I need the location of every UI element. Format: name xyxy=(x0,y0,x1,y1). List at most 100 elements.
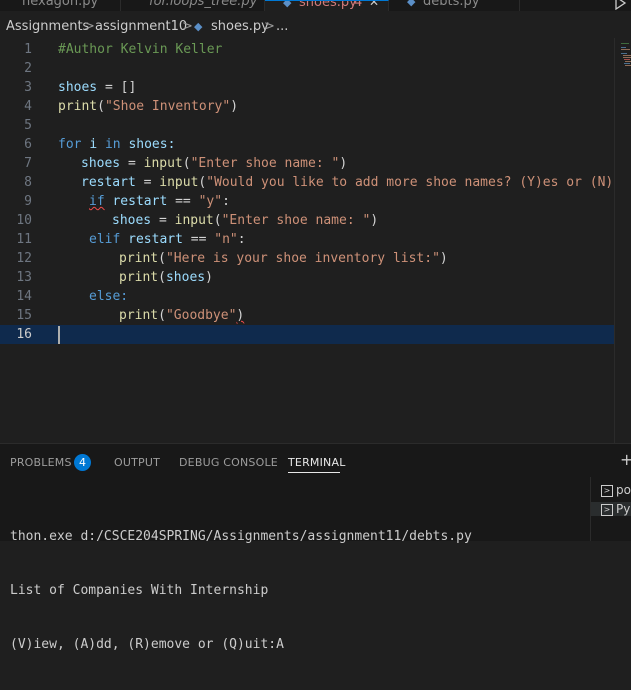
code-line: 10 shoes = input("Enter shoe name: ") xyxy=(0,211,614,230)
code-line: 6 for i in shoes: xyxy=(0,135,614,154)
comment: #Author Kelvin Keller xyxy=(58,42,223,57)
breadcrumb-assignment10[interactable]: assignment10 xyxy=(95,19,187,34)
code-text: shoes = input("Enter shoe name: ") xyxy=(112,211,378,230)
minimap-line xyxy=(623,57,631,58)
active-tab-indicator xyxy=(288,472,340,473)
keyword-token: else: xyxy=(89,289,129,304)
string-token: "Enter shoe name: " xyxy=(190,156,340,171)
line-number: 14 xyxy=(16,289,32,304)
code-text: print("Shoe Inventory") xyxy=(58,97,238,116)
terminal-icon: > xyxy=(601,503,613,516)
tab-problems-badge: 4 xyxy=(354,0,363,10)
tab-label: debts.py xyxy=(423,0,480,9)
run-icon[interactable] xyxy=(613,0,627,10)
code-line: 12 print("Here is your shoe inventory li… xyxy=(0,249,614,268)
python-file-icon: ◆ xyxy=(283,0,292,9)
tab-label: shoes.py xyxy=(299,0,357,10)
minimap[interactable] xyxy=(614,38,631,443)
code-text: shoes = input("Enter shoe name: ") xyxy=(81,154,347,173)
string-token: "Goodbye" xyxy=(165,308,237,323)
code-text: else: xyxy=(89,287,128,306)
terminal-output[interactable]: thon.exe d:/CSCE204SPRING/Assignments/as… xyxy=(10,492,588,690)
python-file-icon: ◆ xyxy=(194,20,203,33)
string-token: "n" xyxy=(214,232,238,247)
line-number: 13 xyxy=(16,270,32,285)
tab-debug-console[interactable]: DEBUG CONSOLE xyxy=(179,456,278,469)
tab-problems[interactable]: PROBLEMS xyxy=(10,456,72,469)
chevron-right-icon: > xyxy=(264,19,275,34)
line-number: 3 xyxy=(24,80,32,95)
chevron-right-icon: > xyxy=(182,19,193,34)
line-number: 10 xyxy=(16,213,32,228)
code-line-current: 16 xyxy=(0,325,614,344)
operator-token: = xyxy=(135,175,160,190)
variable-token: restart xyxy=(81,175,136,190)
code-line: 14 else: xyxy=(0,287,614,306)
terminal-line: thon.exe d:/CSCE204SPRING/Assignments/as… xyxy=(10,529,472,544)
code-line: 4 print("Shoe Inventory") xyxy=(0,97,614,116)
operator-token: == xyxy=(167,194,199,209)
string-token: "Would you like to add more shoe names? … xyxy=(206,175,622,190)
operator-token: = xyxy=(97,80,121,95)
function-token: print xyxy=(58,99,98,114)
text-cursor xyxy=(58,326,60,344)
breadcrumb-more[interactable]: ... xyxy=(276,19,288,34)
punct-token: ) xyxy=(236,308,245,323)
breadcrumb-file[interactable]: shoes.py xyxy=(211,19,269,34)
tab-debts[interactable]: ◆ debts.py xyxy=(389,0,520,11)
variable-token: shoes xyxy=(165,270,206,285)
code-text: if restart == "y": xyxy=(89,192,230,211)
python-file-icon: ◆ xyxy=(407,0,416,8)
line-number: 4 xyxy=(24,99,32,114)
terminal-list: > po > Py xyxy=(590,477,631,541)
line-number: 6 xyxy=(24,137,32,152)
minimap-line xyxy=(621,49,630,50)
function-token: print xyxy=(119,308,159,323)
function-token: print xyxy=(119,251,159,266)
tab-output[interactable]: OUTPUT xyxy=(114,456,160,469)
terminal-list-item-selected[interactable]: > Py xyxy=(591,502,631,516)
code-line: 15 print("Goodbye") xyxy=(0,306,614,325)
punct-token: ( xyxy=(158,270,166,285)
punct-token: ) xyxy=(230,99,239,114)
terminal-list-item[interactable]: > po xyxy=(601,483,631,497)
breadcrumb-assignments[interactable]: Assignments xyxy=(6,19,89,34)
punct-token: ( xyxy=(97,99,105,114)
terminal-list-label: Py xyxy=(616,502,631,516)
code-line: 8 restart = input("Would you like to add… xyxy=(0,173,621,192)
terminal-line: List of Companies With Internship xyxy=(10,583,269,598)
code-line: 11 elif restart == "n": xyxy=(0,230,614,249)
tab-shoes[interactable]: ◆ shoes.py 4 ✕ xyxy=(265,0,389,11)
line-number: 11 xyxy=(16,232,32,247)
keyword-token: in xyxy=(104,137,121,152)
code-line: 3 shoes = [] xyxy=(0,78,614,97)
function-token: input xyxy=(159,175,199,190)
tab-hexagon[interactable]: hexagon.py xyxy=(0,0,121,11)
line-number: 9 xyxy=(24,194,32,209)
operator-token: = xyxy=(120,156,144,171)
code-text: #Author Kelvin Keller xyxy=(58,40,222,59)
line-number: 1 xyxy=(24,42,32,57)
variable-token: restart xyxy=(128,232,183,247)
code-text: restart = input("Would you like to add m… xyxy=(81,173,621,192)
code-text: print("Goodbye") xyxy=(119,306,244,325)
minimap-line xyxy=(624,63,630,64)
close-icon[interactable]: ✕ xyxy=(369,1,379,9)
string-token: "Here is your shoe inventory list:" xyxy=(165,251,440,266)
minimap-line xyxy=(625,65,631,66)
minimap-line xyxy=(623,55,631,56)
minimap-line xyxy=(621,47,626,48)
code-editor[interactable]: 1 #Author Kelvin Keller 2 3 shoes = [] 4… xyxy=(0,38,621,443)
minimap-line xyxy=(621,43,629,44)
tab-terminal[interactable]: TERMINAL xyxy=(288,456,346,469)
line-number: 8 xyxy=(24,175,32,190)
punct-token: ( xyxy=(158,251,166,266)
code-line: 1 #Author Kelvin Keller xyxy=(0,40,614,59)
new-terminal-plus-icon[interactable]: + xyxy=(620,450,631,469)
variable-token: shoes xyxy=(58,80,98,95)
line-number: 7 xyxy=(24,156,32,171)
minimap-line xyxy=(624,59,630,60)
function-token: input xyxy=(174,213,214,228)
terminal-icon: > xyxy=(601,484,613,497)
tab-for-loops-tree[interactable]: for.loops_tree.py xyxy=(121,0,265,11)
